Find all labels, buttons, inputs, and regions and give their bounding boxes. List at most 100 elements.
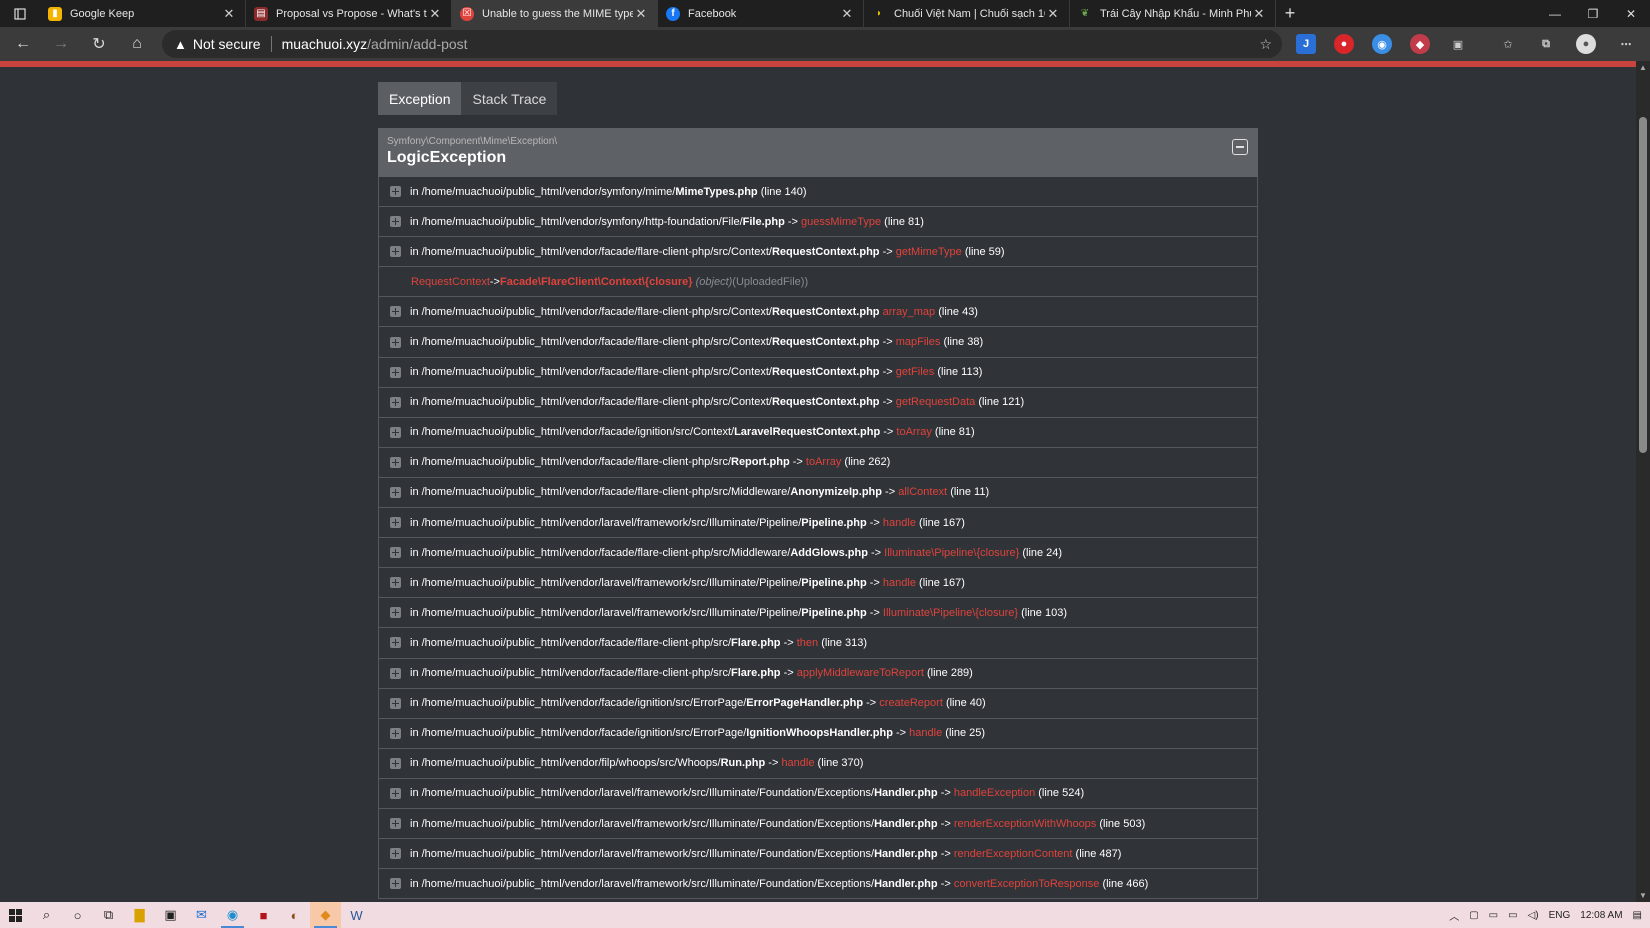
expand-icon[interactable] [390,456,401,468]
stack-frame-row[interactable]: in /home/muachuoi/public_html/vendor/lar… [378,508,1258,539]
stack-frame-row[interactable]: in /home/muachuoi/public_html/vendor/lar… [378,808,1258,840]
restore-icon[interactable]: ❐ [1574,0,1612,27]
expand-icon[interactable] [390,486,401,498]
browser-tab-active[interactable]: ☒ Unable to guess the MIME type ✕ [452,0,658,27]
stack-frame-row[interactable]: in /home/muachuoi/public_html/vendor/fac… [378,688,1258,719]
extension-j-icon[interactable]: J [1296,34,1316,54]
language-indicator[interactable]: ENG [1549,910,1571,921]
edge-icon[interactable]: ◉ [217,902,248,928]
stack-frame-row[interactable]: in /home/muachuoi/public_html/vendor/fac… [378,297,1258,328]
tray-app-icon[interactable]: ▢ [1469,910,1478,921]
tab-close-icon[interactable]: ✕ [839,6,855,22]
tab-close-icon[interactable]: ✕ [1251,6,1267,22]
expand-icon[interactable] [390,306,401,318]
expand-icon[interactable] [390,396,401,408]
tray-chevron-icon[interactable]: ︿ [1449,908,1459,923]
scroll-down-icon[interactable]: ▼ [1636,891,1650,900]
stack-frame-row[interactable]: in /home/muachuoi/public_html/vendor/lar… [378,778,1258,809]
profile-avatar-icon[interactable]: ● [1576,34,1596,54]
expand-icon[interactable] [390,186,401,198]
stack-frame-row[interactable]: in /home/muachuoi/public_html/vendor/lar… [378,839,1258,870]
extension-shield-icon[interactable]: ● [1334,34,1354,54]
scrollbar-thumb[interactable] [1639,117,1647,453]
more-menu-icon[interactable]: ⋯ [1616,34,1636,54]
stack-frame-row[interactable]: in /home/muachuoi/public_html/vendor/lar… [378,598,1258,629]
browser-tab[interactable]: ▮ Google Keep ✕ [40,0,246,27]
stack-frame-row[interactable]: in /home/muachuoi/public_html/vendor/fac… [378,327,1258,358]
extension-globe-icon[interactable]: ◉ [1372,34,1392,54]
browser-tab[interactable]: ◗ Chuối Việt Nam | Chuối sạch 10( ✕ [864,0,1070,27]
tab-actions-icon[interactable] [0,0,40,27]
app-icon[interactable]: ◐ [279,902,310,928]
scroll-up-icon[interactable]: ▲ [1636,63,1650,72]
expand-icon[interactable] [390,607,401,619]
expand-icon[interactable] [390,547,401,559]
minimize-icon[interactable]: — [1536,0,1574,27]
stack-frame-row[interactable]: in /home/muachuoi/public_html/vendor/sym… [378,177,1258,208]
stack-frame-row[interactable]: in /home/muachuoi/public_html/vendor/fac… [378,237,1258,268]
close-window-icon[interactable]: ✕ [1612,0,1650,27]
collections-icon[interactable]: ⧉ [1536,34,1556,54]
expand-icon[interactable] [390,787,401,799]
expand-icon[interactable] [390,697,401,709]
expand-icon[interactable] [390,667,401,679]
tab-close-icon[interactable]: ✕ [1045,6,1061,22]
stack-frame-row[interactable]: in /home/muachuoi/public_html/vendor/sym… [378,207,1258,238]
battery-icon[interactable]: ▭ [1489,910,1498,921]
word-icon[interactable]: W [341,902,372,928]
expand-icon[interactable] [390,848,401,860]
expand-icon[interactable] [390,818,401,830]
stack-frame-row[interactable]: in /home/muachuoi/public_html/vendor/fac… [378,718,1258,749]
expand-icon[interactable] [390,426,401,438]
home-icon[interactable]: ⌂ [118,27,156,61]
reload-icon[interactable]: ↻ [80,27,118,61]
volume-icon[interactable]: ◁) [1528,910,1539,921]
filezilla-icon[interactable]: ■ [248,902,279,928]
expand-icon[interactable] [390,577,401,589]
tab-exception[interactable]: Exception [378,82,462,115]
stack-frame-row[interactable]: in /home/muachuoi/public_html/vendor/fac… [378,477,1258,509]
network-icon[interactable]: ▭ [1508,910,1517,921]
expand-icon[interactable] [390,878,401,890]
stack-frame-row[interactable]: in /home/muachuoi/public_html/vendor/lar… [378,869,1258,900]
stack-frame-row[interactable]: in /home/muachuoi/public_html/vendor/fil… [378,748,1258,779]
browser-tab[interactable]: ▤ Proposal vs Propose - What's th ✕ [246,0,452,27]
stack-frame-row[interactable]: in /home/muachuoi/public_html/vendor/fac… [378,447,1258,478]
favorites-icon[interactable]: ✩ [1498,34,1518,54]
security-label[interactable]: Not secure [193,36,261,52]
address-bar[interactable]: ▲ Not secure muachuoi.xyz/admin/add-post… [162,30,1282,58]
back-icon[interactable]: ← [4,27,42,61]
stack-frame-row[interactable]: in /home/muachuoi/public_html/vendor/fac… [378,357,1258,388]
mail-icon[interactable]: ✉ [186,902,217,928]
expand-icon[interactable] [390,216,401,228]
add-favorite-icon[interactable]: ☆ [1259,36,1272,53]
notification-icon[interactable]: ▤ [1633,910,1642,921]
stack-frame-row[interactable]: in /home/muachuoi/public_html/vendor/fac… [378,387,1258,418]
tab-close-icon[interactable]: ✕ [221,6,237,22]
tab-close-icon[interactable]: ✕ [633,6,649,22]
camera-icon[interactable]: ▣ [1448,34,1468,54]
task-view-icon[interactable]: ⧉ [93,902,124,928]
cortana-icon[interactable]: ○ [62,902,93,928]
page-scrollbar[interactable]: ▲ ▼ [1636,61,1650,902]
stack-frame-row[interactable]: in /home/muachuoi/public_html/vendor/fac… [378,417,1258,448]
windows-start-icon[interactable] [0,902,31,928]
stack-frame-row[interactable]: in /home/muachuoi/public_html/vendor/fac… [378,538,1258,569]
tab-close-icon[interactable]: ✕ [427,6,443,22]
expand-icon[interactable] [390,757,401,769]
browser-tab[interactable]: f Facebook ✕ [658,0,864,27]
store-icon[interactable]: ▣ [155,902,186,928]
collapse-icon[interactable] [1232,139,1248,155]
expand-icon[interactable] [390,517,401,529]
file-explorer-icon[interactable]: ▇ [124,902,155,928]
clock[interactable]: 12:08 AM [1580,910,1622,921]
new-tab-icon[interactable]: + [1276,0,1304,27]
stack-frame-row[interactable]: in /home/muachuoi/public_html/vendor/lar… [378,568,1258,599]
expand-icon[interactable] [390,246,401,258]
sublime-icon[interactable]: ◆ [310,902,341,928]
browser-tab[interactable]: ❦ Trái Cây Nhập Khẩu - Minh Phuc ✕ [1070,0,1276,27]
extension-red-icon[interactable]: ◆ [1410,34,1430,54]
expand-icon[interactable] [390,366,401,378]
expand-icon[interactable] [390,727,401,739]
stack-frame-row[interactable]: in /home/muachuoi/public_html/vendor/fac… [378,628,1258,659]
